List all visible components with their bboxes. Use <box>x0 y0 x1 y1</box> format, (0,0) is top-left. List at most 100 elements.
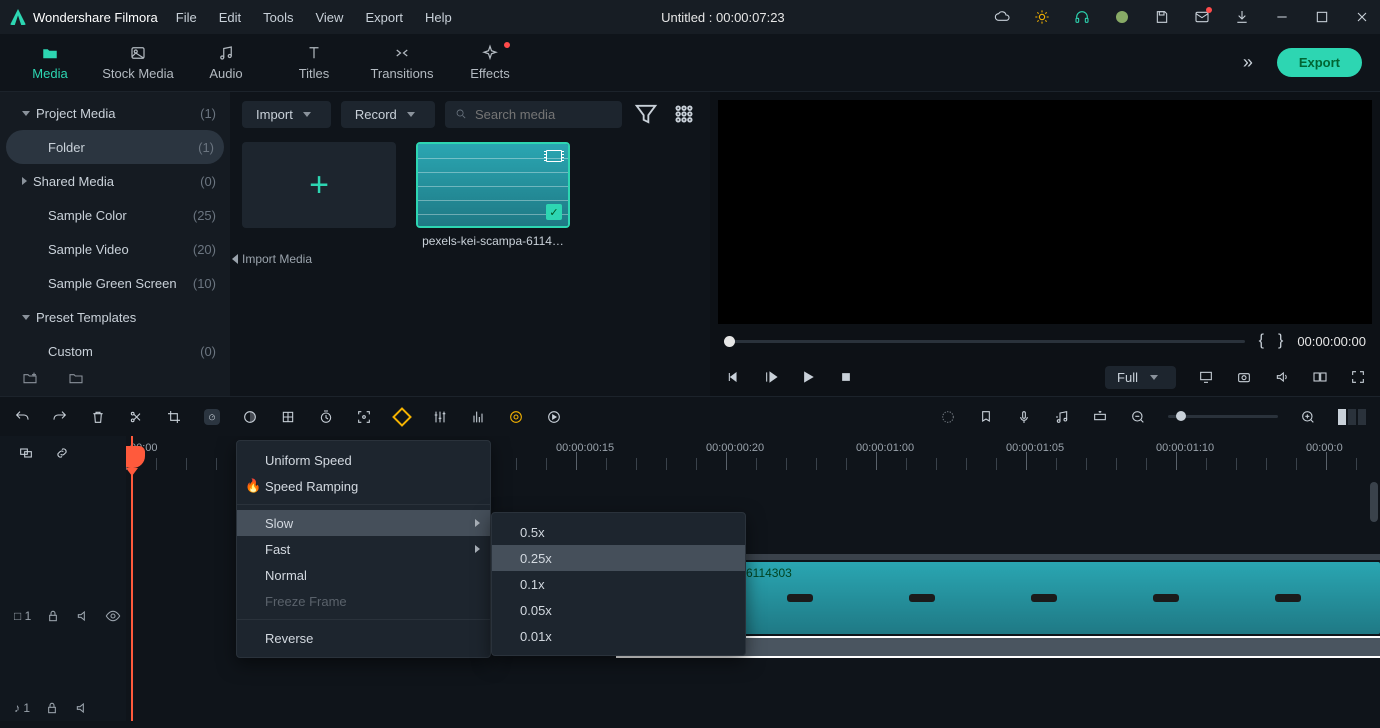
slow-option-0-1x[interactable]: 0.1x <box>492 571 745 597</box>
cloud-icon[interactable] <box>994 9 1010 25</box>
timeline-vertical-scrollbar[interactable] <box>1370 482 1378 522</box>
window-maximize-icon[interactable] <box>1314 9 1330 25</box>
grid-view-icon[interactable] <box>670 100 698 128</box>
search-media-input[interactable] <box>445 101 622 128</box>
speed-menu-fast[interactable]: Fast <box>237 536 490 562</box>
slow-option-0-5x[interactable]: 0.5x <box>492 519 745 545</box>
audio-mixer-icon[interactable] <box>470 409 486 425</box>
fullscreen-icon[interactable] <box>1350 369 1366 385</box>
slow-option-0-25x[interactable]: 0.25x <box>492 545 745 571</box>
search-media-field[interactable] <box>475 107 612 122</box>
sidebar-item-shared-media[interactable]: Shared Media(0) <box>0 164 230 198</box>
snapshot-icon[interactable] <box>1236 369 1252 385</box>
speed-menu-uniform-speed[interactable]: Uniform Speed <box>237 447 490 473</box>
compound-clip-icon[interactable] <box>18 445 34 461</box>
stop-icon[interactable] <box>838 369 854 385</box>
import-media-button[interactable]: + <box>242 142 396 228</box>
timeline-view-toggle[interactable] <box>1338 409 1366 425</box>
preview-viewport[interactable] <box>718 100 1372 324</box>
filter-icon[interactable] <box>632 100 660 128</box>
tab-audio[interactable]: Audio <box>182 44 270 81</box>
mute-icon[interactable] <box>74 700 90 716</box>
tab-media[interactable]: Media <box>6 44 94 81</box>
render-preview-icon[interactable] <box>546 409 562 425</box>
compare-icon[interactable] <box>1312 369 1328 385</box>
slow-option-0-05x[interactable]: 0.05x <box>492 597 745 623</box>
zoom-in-icon[interactable] <box>1300 409 1316 425</box>
mute-icon[interactable] <box>75 608 91 624</box>
add-track-icon[interactable] <box>1092 409 1108 425</box>
mark-out-icon[interactable]: } <box>1278 332 1283 350</box>
audio-beat-icon[interactable] <box>1054 409 1070 425</box>
playhead[interactable] <box>131 436 133 721</box>
crop-icon[interactable] <box>166 409 182 425</box>
volume-icon[interactable] <box>1274 369 1290 385</box>
zoom-slider[interactable] <box>1168 415 1278 418</box>
sidebar-item-project-media[interactable]: Project Media(1) <box>0 96 230 130</box>
monitor-icon[interactable] <box>1198 369 1214 385</box>
color-icon[interactable] <box>242 409 258 425</box>
sidebar-item-sample-green-screen[interactable]: Sample Green Screen(10) <box>0 266 230 300</box>
marker-icon[interactable] <box>978 409 994 425</box>
download-icon[interactable] <box>1234 9 1250 25</box>
export-button[interactable]: Export <box>1277 48 1362 77</box>
mark-in-icon[interactable]: { <box>1259 332 1264 350</box>
video-track-head[interactable]: □ 1 <box>0 596 126 636</box>
speed-menu-reverse[interactable]: Reverse <box>237 625 490 651</box>
tab-effects[interactable]: Effects <box>446 44 534 81</box>
scrub-thumb[interactable] <box>724 336 735 347</box>
duration-icon[interactable] <box>318 409 334 425</box>
speed-menu-slow[interactable]: Slow <box>237 510 490 536</box>
preview-scrub-track[interactable] <box>724 340 1245 343</box>
voiceover-icon[interactable] <box>1016 409 1032 425</box>
import-media-handle[interactable]: Import Media <box>232 252 312 266</box>
delete-icon[interactable] <box>90 409 106 425</box>
play-pause-icon[interactable] <box>762 369 778 385</box>
speed-menu-normal[interactable]: Normal <box>237 562 490 588</box>
folder-icon[interactable] <box>68 370 84 386</box>
media-clip-thumb[interactable]: ✓ <box>416 142 570 228</box>
undo-icon[interactable] <box>14 409 30 425</box>
speed-icon[interactable] <box>204 409 220 425</box>
record-dropdown[interactable]: Record <box>341 101 435 128</box>
audio-track-head[interactable]: ♪ 1 <box>0 688 126 728</box>
eye-icon[interactable] <box>105 608 121 624</box>
messages-icon[interactable] <box>1194 9 1210 25</box>
link-icon[interactable] <box>54 445 70 461</box>
save-icon[interactable] <box>1154 9 1170 25</box>
lock-icon[interactable] <box>44 700 60 716</box>
effects-store-icon[interactable] <box>1034 9 1050 25</box>
timeline-canvas[interactable]: 00:00 00:00:00:15 00:00:00:20 00:00:01:0… <box>126 436 1380 721</box>
preview-quality-select[interactable]: Full <box>1105 366 1176 389</box>
menu-help[interactable]: Help <box>425 10 452 25</box>
import-dropdown[interactable]: Import <box>242 101 331 128</box>
menu-file[interactable]: File <box>176 10 197 25</box>
sidebar-item-folder[interactable]: Folder(1) <box>6 130 224 164</box>
motion-tracking-icon[interactable] <box>508 409 524 425</box>
menu-export[interactable]: Export <box>365 10 403 25</box>
tab-stock-media[interactable]: Stock Media <box>94 44 182 81</box>
keyframe-icon[interactable] <box>394 409 410 425</box>
slow-option-0-01x[interactable]: 0.01x <box>492 623 745 649</box>
tab-titles[interactable]: Titles <box>270 44 358 81</box>
more-tabs-icon[interactable]: » <box>1243 52 1249 73</box>
sidebar-item-sample-video[interactable]: Sample Video(20) <box>0 232 230 266</box>
account-avatar-icon[interactable] <box>1114 9 1130 25</box>
menu-edit[interactable]: Edit <box>219 10 241 25</box>
auto-reframe-icon[interactable] <box>356 409 372 425</box>
zoom-out-icon[interactable] <box>1130 409 1146 425</box>
tab-transitions[interactable]: Transitions <box>358 44 446 81</box>
sidebar-item-sample-color[interactable]: Sample Color(25) <box>0 198 230 232</box>
play-icon[interactable] <box>800 369 816 385</box>
menu-view[interactable]: View <box>315 10 343 25</box>
menu-tools[interactable]: Tools <box>263 10 293 25</box>
headphones-icon[interactable] <box>1074 9 1090 25</box>
freeze-frame-icon[interactable] <box>280 409 296 425</box>
window-close-icon[interactable] <box>1354 9 1370 25</box>
lock-icon[interactable] <box>45 608 61 624</box>
new-folder-icon[interactable] <box>22 370 38 386</box>
adjust-icon[interactable] <box>432 409 448 425</box>
sidebar-item-preset-templates[interactable]: Preset Templates <box>0 300 230 334</box>
ai-icon[interactable] <box>940 409 956 425</box>
split-icon[interactable] <box>128 409 144 425</box>
